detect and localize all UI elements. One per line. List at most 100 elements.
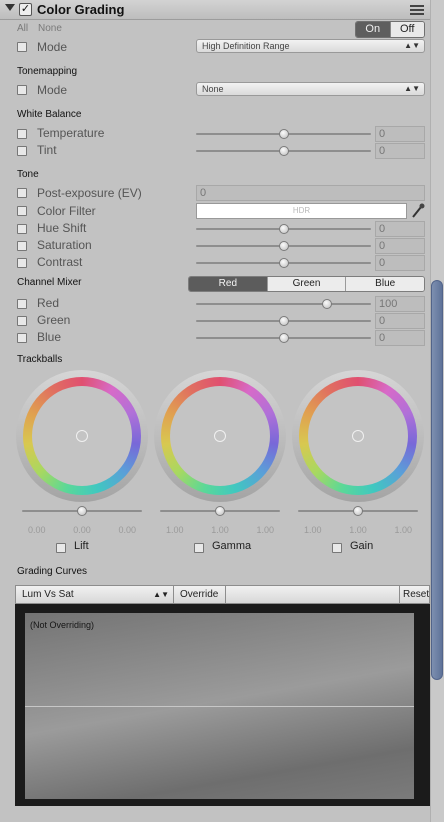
saturation-checkbox[interactable] <box>17 241 27 251</box>
lift-label: Lift <box>74 540 89 552</box>
override-toggle[interactable]: Override <box>174 586 226 603</box>
gain-label: Gain <box>350 540 374 552</box>
grading-curves-heading: Grading Curves <box>17 566 88 577</box>
trackballs-heading: Trackballs <box>17 354 63 365</box>
gamma-trackball[interactable] <box>154 370 286 502</box>
hue-shift-value-field[interactable]: 0 <box>375 221 425 237</box>
gamma-wheel-handle[interactable] <box>214 430 226 442</box>
saturation-label: Saturation <box>37 238 92 252</box>
contrast-checkbox[interactable] <box>17 258 27 268</box>
gain-value-b: 1.00 <box>394 525 412 535</box>
gamma-checkbox[interactable] <box>194 543 204 553</box>
curve-select-dropdown[interactable]: Lum Vs Sat ▲▼ <box>16 586 174 603</box>
gain-value-r: 1.00 <box>304 525 322 535</box>
dropdown-arrows-icon: ▲▼ <box>404 41 420 50</box>
foldout-arrow-icon[interactable] <box>5 4 15 11</box>
contrast-slider-thumb[interactable] <box>278 258 289 268</box>
blue-slider-thumb[interactable] <box>278 333 289 343</box>
temperature-value-field[interactable]: 0 <box>375 126 425 142</box>
tab-red[interactable]: Red <box>189 277 267 291</box>
on-off-toggle[interactable]: On Off <box>355 21 425 38</box>
mode-dropdown-value: High Definition Range <box>202 41 290 51</box>
tone-heading: Tone <box>17 169 39 180</box>
white-balance-heading: White Balance <box>17 109 82 120</box>
post-exposure-field[interactable]: 0 <box>196 185 425 201</box>
select-all-link[interactable]: All <box>17 23 28 34</box>
tint-slider-thumb[interactable] <box>278 146 289 156</box>
menu-icon[interactable] <box>410 5 424 15</box>
tab-blue[interactable]: Blue <box>345 277 424 291</box>
lift-wheel-handle[interactable] <box>76 430 88 442</box>
mode-label: Mode <box>37 40 68 54</box>
color-filter-checkbox[interactable] <box>17 206 27 216</box>
channel-mixer-tabs[interactable]: Red Green Blue <box>188 276 425 292</box>
red-slider-track[interactable] <box>196 303 371 305</box>
lift-slider-thumb[interactable] <box>77 506 87 516</box>
saturation-value-field[interactable]: 0 <box>375 238 425 254</box>
contrast-label: Contrast <box>37 255 83 269</box>
gamma-value-b: 1.00 <box>256 525 274 535</box>
red-value-field[interactable]: 100 <box>375 296 425 312</box>
curve-line[interactable] <box>25 706 414 707</box>
gamma-value-r: 1.00 <box>166 525 184 535</box>
enable-checkbox[interactable]: ✓ <box>19 3 32 16</box>
hue-shift-checkbox[interactable] <box>17 224 27 234</box>
post-exposure-checkbox[interactable] <box>17 188 27 198</box>
blue-value-field[interactable]: 0 <box>375 330 425 346</box>
temperature-checkbox[interactable] <box>17 129 27 139</box>
temperature-label: Temperature <box>37 126 105 140</box>
green-label: Green <box>37 313 71 327</box>
post-exposure-label: Post-exposure (EV) <box>37 186 142 200</box>
select-none-link[interactable]: None <box>38 23 62 34</box>
gain-wheel-handle[interactable] <box>352 430 364 442</box>
gamma-value-g: 1.00 <box>211 525 229 535</box>
mode-dropdown[interactable]: High Definition Range ▲▼ <box>196 39 425 53</box>
gamma-label: Gamma <box>212 540 252 552</box>
blue-label: Blue <box>37 330 62 344</box>
toggle-off[interactable]: Off <box>389 22 424 37</box>
gain-checkbox[interactable] <box>332 543 342 553</box>
red-checkbox[interactable] <box>17 299 27 309</box>
contrast-value-field[interactable]: 0 <box>375 255 425 271</box>
blue-checkbox[interactable] <box>17 333 27 343</box>
saturation-slider-thumb[interactable] <box>278 241 289 251</box>
lift-value-b: 0.00 <box>118 525 136 535</box>
gain-trackball[interactable] <box>292 370 424 502</box>
tonemapping-mode-dropdown[interactable]: None ▲▼ <box>196 82 425 96</box>
temperature-slider-thumb[interactable] <box>278 129 289 139</box>
lift-checkbox[interactable] <box>56 543 66 553</box>
lift-value-r: 0.00 <box>28 525 46 535</box>
green-checkbox[interactable] <box>17 316 27 326</box>
gamma-values: 1.00 1.00 1.00 <box>166 525 274 535</box>
hue-shift-slider-thumb[interactable] <box>278 224 289 234</box>
color-filter-swatch[interactable]: HDR <box>196 203 407 219</box>
scrollbar-thumb[interactable] <box>431 280 443 680</box>
tint-label: Tint <box>37 143 57 157</box>
red-slider-thumb[interactable] <box>322 299 333 309</box>
red-label: Red <box>37 296 60 310</box>
tab-green[interactable]: Green <box>266 277 346 291</box>
mode-override-checkbox[interactable] <box>17 42 27 52</box>
toggle-on[interactable]: On <box>356 22 390 37</box>
tonemapping-mode-label: Mode <box>37 83 68 97</box>
green-slider-thumb[interactable] <box>278 316 289 326</box>
curve-toolbar: Lum Vs Sat ▲▼ Override Reset <box>15 585 430 604</box>
gain-value-g: 1.00 <box>349 525 367 535</box>
tonemapping-heading: Tonemapping <box>17 66 78 77</box>
tint-value-field[interactable]: 0 <box>375 143 425 159</box>
gain-slider-thumb[interactable] <box>353 506 363 516</box>
tonemapping-mode-checkbox[interactable] <box>17 85 27 95</box>
green-value-field[interactable]: 0 <box>375 313 425 329</box>
reset-button[interactable]: Reset <box>399 586 429 603</box>
curve-select-value: Lum Vs Sat <box>22 589 74 600</box>
channel-mixer-heading: Channel Mixer <box>17 277 82 288</box>
component-title: Color Grading <box>37 2 125 17</box>
eyedropper-icon[interactable] <box>410 202 426 220</box>
dropdown-arrows-icon: ▲▼ <box>404 84 420 93</box>
lift-trackball[interactable] <box>16 370 148 502</box>
gain-values: 1.00 1.00 1.00 <box>304 525 412 535</box>
tonemapping-dropdown-value: None <box>202 84 224 94</box>
dropdown-arrows-icon: ▲▼ <box>153 590 169 599</box>
gamma-slider-thumb[interactable] <box>215 506 225 516</box>
tint-checkbox[interactable] <box>17 146 27 156</box>
